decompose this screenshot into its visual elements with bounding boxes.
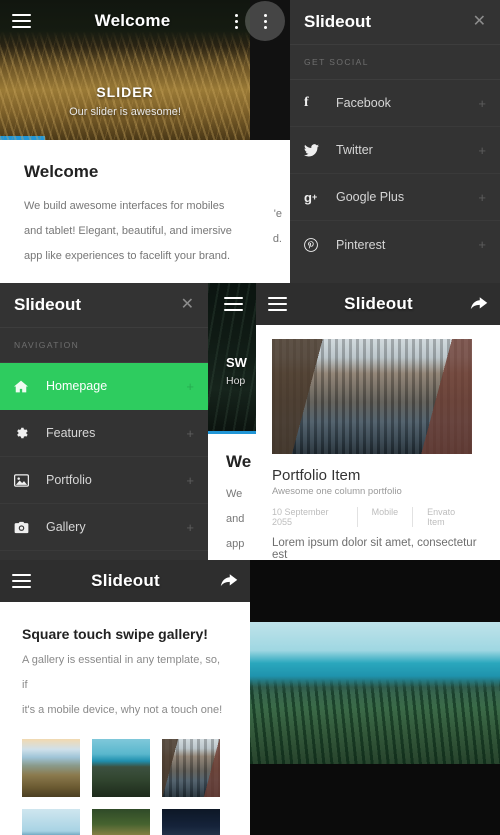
meta-date: 10 September 2055 — [272, 507, 358, 527]
nav-menu-header: Slideout ✕ — [0, 283, 208, 327]
sidebar-item-label: Portfolio — [46, 473, 92, 487]
social-menu-title: Slideout — [304, 12, 372, 31]
social-item-label: Pinterest — [336, 237, 386, 252]
meta-source: Envato Item — [427, 507, 456, 527]
panel-home-slider: Welcome SLIDER Our slider is awesome! — [0, 0, 250, 140]
slider-title: SLIDER — [96, 84, 154, 100]
overlap-fragment: 'e — [273, 208, 282, 220]
gallery-thumbnail[interactable] — [92, 809, 150, 835]
gallery-desc-line: A gallery is essential in any template, … — [22, 654, 221, 691]
portfolio-item-meta: 10 September 2055 Mobile Envato Item — [272, 507, 484, 527]
welcome-line: and tablet! Elegant, beautiful, and imer… — [24, 225, 232, 237]
welcome-heading: Welcome — [24, 162, 99, 181]
welcome-line: app like experiences to facelift your br… — [24, 250, 231, 262]
close-icon[interactable]: ✕ — [473, 14, 486, 30]
home-header: Welcome — [0, 0, 250, 42]
portfolio-header: Slideout — [256, 283, 500, 325]
panel-fullscreen-photo — [250, 560, 500, 835]
peek-slider-subtitle: Hop — [226, 375, 246, 387]
portfolio-item-body: Lorem ipsum dolor sit amet, consectetur … — [272, 537, 477, 560]
facebook-icon: f — [304, 95, 309, 110]
expand-icon[interactable]: + — [478, 96, 486, 111]
gallery-thumbnail[interactable] — [162, 809, 220, 835]
twitter-icon — [304, 143, 328, 157]
sidebar-item-label: Homepage — [46, 379, 108, 393]
gallery-header: Slideout — [0, 560, 250, 602]
hamburger-icon[interactable] — [12, 14, 31, 28]
gallery-thumbnail[interactable] — [22, 739, 80, 797]
portfolio-header-title: Slideout — [344, 294, 413, 313]
social-item-twitter[interactable]: Twitter + — [290, 127, 500, 174]
peek-line: and — [226, 513, 245, 525]
pinterest-icon — [304, 237, 328, 252]
camera-icon — [14, 521, 38, 534]
social-item-facebook[interactable]: f Facebook + — [290, 80, 500, 127]
meta-category: Mobile — [358, 507, 414, 527]
image-icon — [14, 473, 38, 487]
hamburger-icon[interactable] — [224, 297, 243, 311]
hamburger-icon[interactable] — [12, 574, 31, 588]
google-plus-icon: g + — [304, 189, 318, 205]
social-item-google-plus[interactable]: g + Google Plus + — [290, 174, 500, 221]
panel-portfolio: Slideout Portfolio Item Awesome one colu… — [256, 283, 500, 560]
gallery-header-title: Slideout — [91, 571, 160, 590]
more-vertical-icon-ripple[interactable] — [245, 1, 285, 41]
expand-icon[interactable]: + — [186, 473, 194, 488]
forest-lake-photo[interactable] — [250, 622, 500, 764]
portfolio-image[interactable] — [272, 339, 472, 454]
expand-icon[interactable]: + — [186, 379, 194, 394]
expand-icon[interactable]: + — [478, 190, 486, 205]
peek-header — [208, 283, 256, 325]
nav-section-label: NAVIGATION — [0, 327, 208, 363]
peek-heading: We — [226, 452, 252, 471]
slider-subtitle: Our slider is awesome! — [69, 106, 181, 118]
sidebar-item-portfolio[interactable]: Portfolio + — [0, 457, 208, 504]
social-item-label: Twitter — [336, 143, 373, 157]
social-item-label: Facebook — [336, 96, 391, 110]
gallery-heading: Square touch swipe gallery! — [22, 626, 208, 642]
expand-icon[interactable]: + — [478, 237, 486, 252]
sidebar-item-homepage[interactable]: Homepage + — [0, 363, 208, 410]
close-icon[interactable]: ✕ — [181, 297, 194, 313]
panel-nav-menu: Slideout ✕ NAVIGATION Homepage + Feature… — [0, 283, 208, 560]
sidebar-item-features[interactable]: Features + — [0, 410, 208, 457]
panel-swipe-peek: SW Hop We We and app — [208, 283, 256, 560]
panel-welcome-content: Welcome We build awesome interfaces for … — [0, 140, 290, 283]
expand-icon[interactable]: + — [186, 426, 194, 441]
sidebar-item-label: Gallery — [46, 520, 86, 534]
gallery-thumbnail[interactable] — [22, 809, 80, 835]
sidebar-item-label: Features — [46, 426, 96, 440]
slider-caption: SLIDER Our slider is awesome! — [0, 84, 250, 118]
expand-icon[interactable]: + — [478, 143, 486, 158]
gear-icon — [14, 426, 38, 440]
peek-line: app — [226, 538, 245, 550]
sidebar-item-gallery[interactable]: Gallery + — [0, 504, 208, 551]
gallery-grid — [22, 739, 228, 835]
nav-menu-title: Slideout — [14, 295, 82, 314]
peek-slider-title: SW — [226, 355, 247, 370]
expand-icon[interactable]: + — [186, 520, 194, 535]
portfolio-item-subtitle: Awesome one column portfolio — [272, 486, 402, 497]
home-header-title: Welcome — [94, 11, 171, 30]
social-item-label: Google Plus — [336, 190, 405, 204]
social-section-label: GET SOCIAL — [290, 44, 500, 80]
screenshot-board: Welcome SLIDER Our slider is awesome! We… — [0, 0, 500, 835]
share-icon[interactable] — [470, 296, 488, 312]
overlap-fragment: d. — [272, 233, 282, 245]
more-vertical-icon[interactable] — [234, 13, 238, 29]
welcome-line: We build awesome interfaces for mobiles — [24, 200, 225, 212]
peek-line: We — [226, 488, 243, 500]
panel-gallery: Slideout Square touch swipe gallery! A g… — [0, 560, 250, 835]
social-menu-header: Slideout ✕ — [290, 0, 500, 44]
share-icon[interactable] — [220, 573, 238, 589]
social-item-pinterest[interactable]: Pinterest + — [290, 221, 500, 268]
home-icon — [14, 380, 38, 393]
hamburger-icon[interactable] — [268, 297, 287, 311]
gallery-desc-line: it's a mobile device, why not a touch on… — [22, 704, 223, 716]
gallery-thumbnail[interactable] — [92, 739, 150, 797]
panel-social-menu: Slideout ✕ GET SOCIAL f Facebook + Twitt… — [290, 0, 500, 283]
portfolio-item-title: Portfolio Item — [272, 467, 361, 484]
gallery-thumbnail[interactable] — [162, 739, 220, 797]
